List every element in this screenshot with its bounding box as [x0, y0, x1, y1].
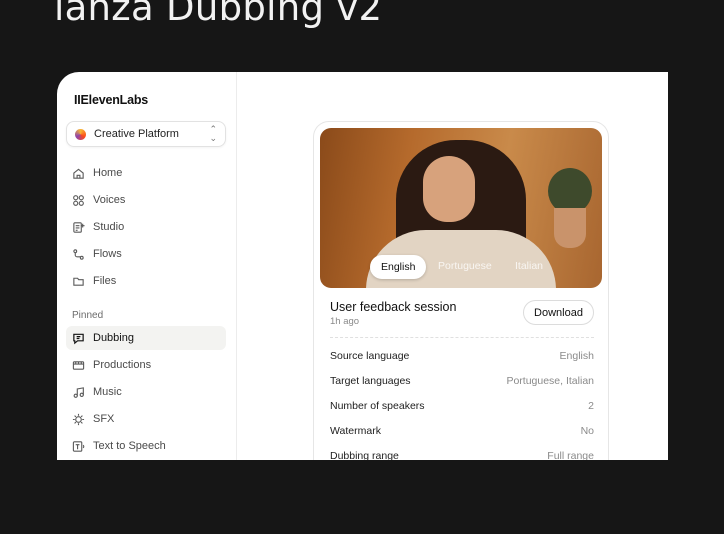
- language-tab-italian[interactable]: Italian: [515, 260, 543, 272]
- text-to-speech-icon: [72, 440, 85, 453]
- app-window: IIElevenLabs Creative Platform ⌃ ⌄ Home V…: [57, 72, 668, 460]
- pinned-section-label: Pinned: [72, 310, 104, 321]
- workspace-switcher[interactable]: Creative Platform ⌃ ⌄: [66, 121, 226, 147]
- language-tab-portuguese[interactable]: Portuguese: [438, 260, 492, 272]
- sidebar-item-label: Files: [93, 275, 117, 287]
- files-icon: [72, 275, 85, 288]
- detail-value: 2: [588, 400, 594, 412]
- elevenlabs-logo[interactable]: IIElevenLabs: [74, 93, 148, 107]
- sidebar: IIElevenLabs Creative Platform ⌃ ⌄ Home V…: [57, 72, 237, 460]
- video-thumbnail[interactable]: English Portuguese Italian: [320, 128, 602, 288]
- workspace-label: Creative Platform: [94, 128, 179, 140]
- sidebar-item-label: Home: [93, 167, 123, 179]
- page-headline: lanza Dubbing v2: [54, 0, 383, 29]
- detail-key: Target languages: [330, 375, 411, 387]
- sidebar-item-label: SFX: [93, 413, 115, 425]
- thumbnail-person-face: [423, 156, 475, 222]
- gradient-orb-icon: [75, 128, 86, 140]
- download-button[interactable]: Download: [523, 300, 594, 325]
- dashed-divider: [330, 337, 594, 338]
- sidebar-item-voices[interactable]: Voices: [66, 188, 226, 212]
- detail-value: No: [580, 425, 594, 437]
- language-tab-english[interactable]: English: [370, 255, 427, 279]
- job-title: User feedback session: [330, 300, 457, 314]
- sidebar-item-home[interactable]: Home: [66, 161, 226, 185]
- sidebar-item-flows[interactable]: Flows: [66, 242, 226, 266]
- sidebar-item-sfx[interactable]: SFX: [66, 407, 226, 431]
- chevron-updown-icon: ⌃ ⌄: [209, 124, 217, 143]
- detail-value: English: [559, 350, 594, 362]
- sidebar-item-productions[interactable]: Productions: [66, 353, 226, 377]
- detail-row: Target languages Portuguese, Italian: [330, 375, 594, 387]
- detail-key: Dubbing range: [330, 450, 399, 460]
- sidebar-item-dubbing[interactable]: Dubbing: [66, 326, 226, 350]
- dubbing-icon: [72, 332, 85, 345]
- detail-row: Watermark No: [330, 425, 594, 437]
- sidebar-item-label: Voices: [93, 194, 126, 206]
- job-timestamp: 1h ago: [330, 316, 360, 327]
- studio-icon: [72, 221, 85, 234]
- detail-row: Source language English: [330, 350, 594, 362]
- music-icon: [72, 386, 85, 399]
- sidebar-item-studio[interactable]: Studio: [66, 215, 226, 239]
- sidebar-item-label: Flows: [93, 248, 122, 260]
- sidebar-item-label: Productions: [93, 359, 152, 371]
- detail-key: Watermark: [330, 425, 381, 437]
- thumbnail-pot: [554, 208, 586, 248]
- sidebar-item-text-to-speech[interactable]: Text to Speech: [66, 434, 226, 458]
- sidebar-item-label: Dubbing: [93, 332, 134, 344]
- detail-key: Source language: [330, 350, 410, 362]
- home-icon: [72, 167, 85, 180]
- sfx-icon: [72, 413, 85, 426]
- flows-icon: [72, 248, 85, 261]
- dubbing-job-card: English Portuguese Italian User feedback…: [313, 121, 609, 460]
- voices-icon: [72, 194, 85, 207]
- detail-value: Full range: [547, 450, 594, 460]
- detail-value: Portuguese, Italian: [506, 375, 594, 387]
- sidebar-item-files[interactable]: Files: [66, 269, 226, 293]
- detail-row: Dubbing range Full range: [330, 450, 594, 460]
- sidebar-item-music[interactable]: Music: [66, 380, 226, 404]
- productions-icon: [72, 359, 85, 372]
- sidebar-item-label: Text to Speech: [93, 440, 166, 452]
- sidebar-item-label: Studio: [93, 221, 125, 233]
- detail-key: Number of speakers: [330, 400, 425, 412]
- detail-row: Number of speakers 2: [330, 400, 594, 412]
- sidebar-item-label: Music: [93, 386, 122, 398]
